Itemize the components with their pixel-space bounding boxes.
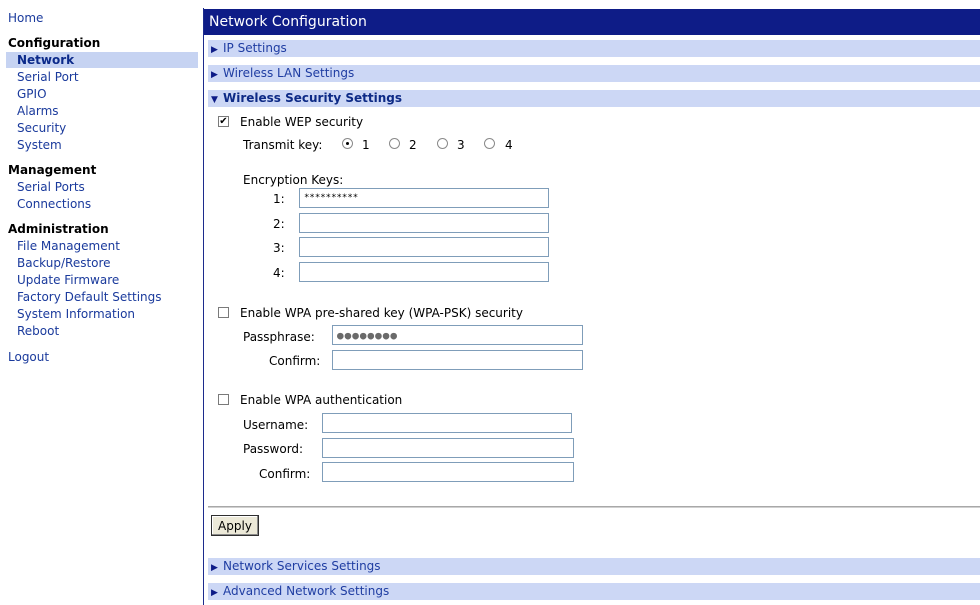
sidebar-item-serial-port[interactable]: Serial Port bbox=[17, 69, 79, 85]
wpa-psk-label: Enable WPA pre-shared key (WPA-PSK) secu… bbox=[240, 306, 523, 320]
section-label: Advanced Network Settings bbox=[223, 584, 390, 598]
triangle-right-icon: ▶ bbox=[211, 45, 218, 55]
sidebar-item-backup-restore[interactable]: Backup/Restore bbox=[17, 255, 111, 271]
triangle-right-icon: ▶ bbox=[211, 563, 218, 573]
wpa-auth-label: Enable WPA authentication bbox=[240, 393, 403, 407]
administration-heading: Administration bbox=[8, 222, 109, 236]
sidebar-item-serial-ports[interactable]: Serial Ports bbox=[17, 179, 85, 195]
username-label: Username: bbox=[243, 418, 309, 432]
section-label: IP Settings bbox=[223, 41, 287, 55]
page-title: Network Configuration bbox=[204, 9, 980, 35]
transmit-key-option-4: 4 bbox=[505, 138, 513, 152]
section-label: Wireless LAN Settings bbox=[223, 66, 355, 80]
encryption-keys-label: Encryption Keys: bbox=[243, 173, 344, 187]
key-2-label: 2: bbox=[273, 217, 285, 231]
encryption-key-2-input[interactable] bbox=[299, 213, 549, 233]
apply-button[interactable]: Apply bbox=[211, 515, 259, 536]
section-wireless-security-settings[interactable]: ▼ Wireless Security Settings bbox=[208, 90, 980, 107]
triangle-down-icon: ▼ bbox=[211, 95, 218, 105]
encryption-key-4-input[interactable] bbox=[299, 262, 549, 282]
sidebar-item-gpio[interactable]: GPIO bbox=[17, 86, 47, 102]
passphrase-label: Passphrase: bbox=[243, 330, 315, 344]
key-4-label: 4: bbox=[273, 266, 285, 280]
management-heading: Management bbox=[8, 163, 97, 177]
wep-label: Enable WEP security bbox=[240, 115, 364, 129]
key-3-label: 3: bbox=[273, 241, 285, 255]
transmit-key-label: Transmit key: bbox=[243, 138, 323, 152]
sidebar-item-factory-default-settings[interactable]: Factory Default Settings bbox=[17, 289, 162, 305]
encryption-key-3-input[interactable] bbox=[299, 237, 549, 257]
sidebar-item-system-information[interactable]: System Information bbox=[17, 306, 135, 322]
password-input[interactable] bbox=[322, 438, 574, 458]
sidebar-item-connections[interactable]: Connections bbox=[17, 196, 91, 212]
transmit-key-option-2: 2 bbox=[409, 138, 417, 152]
transmit-key-radio-1[interactable] bbox=[342, 138, 353, 149]
section-ip-settings[interactable]: ▶ IP Settings bbox=[208, 40, 980, 57]
sidebar-item-reboot[interactable]: Reboot bbox=[17, 323, 59, 339]
logout-link[interactable]: Logout bbox=[8, 349, 49, 365]
wep-checkbox[interactable]: ✔ bbox=[218, 116, 229, 127]
transmit-key-option-3: 3 bbox=[457, 138, 465, 152]
psk-confirm-input[interactable] bbox=[332, 350, 583, 370]
auth-confirm-input[interactable] bbox=[322, 462, 574, 482]
passphrase-input[interactable] bbox=[332, 325, 583, 345]
sidebar-item-update-firmware[interactable]: Update Firmware bbox=[17, 272, 119, 288]
password-label: Password: bbox=[243, 442, 304, 456]
sidebar-item-alarms[interactable]: Alarms bbox=[17, 103, 59, 119]
section-divider bbox=[208, 506, 980, 508]
auth-confirm-label: Confirm: bbox=[259, 467, 311, 481]
sidebar: Home Configuration Network Serial Port G… bbox=[0, 0, 198, 605]
wpa-psk-checkbox[interactable] bbox=[218, 307, 229, 318]
section-label: Network Services Settings bbox=[223, 559, 381, 573]
home-link[interactable]: Home bbox=[8, 10, 43, 26]
section-advanced-network-settings[interactable]: ▶ Advanced Network Settings bbox=[208, 583, 980, 600]
section-label: Wireless Security Settings bbox=[223, 91, 402, 105]
encryption-key-1-input[interactable] bbox=[299, 188, 549, 208]
transmit-key-radio-4[interactable] bbox=[484, 138, 495, 149]
transmit-key-radio-3[interactable] bbox=[437, 138, 448, 149]
sidebar-item-system[interactable]: System bbox=[17, 137, 62, 153]
transmit-key-radio-2[interactable] bbox=[389, 138, 400, 149]
section-network-services-settings[interactable]: ▶ Network Services Settings bbox=[208, 558, 980, 575]
key-1-label: 1: bbox=[273, 192, 285, 206]
psk-confirm-label: Confirm: bbox=[269, 354, 321, 368]
section-wireless-lan-settings[interactable]: ▶ Wireless LAN Settings bbox=[208, 65, 980, 82]
triangle-right-icon: ▶ bbox=[211, 70, 218, 80]
wpa-auth-checkbox[interactable] bbox=[218, 394, 229, 405]
configuration-heading: Configuration bbox=[8, 36, 101, 50]
transmit-key-option-1: 1 bbox=[362, 138, 370, 152]
content-divider bbox=[203, 8, 204, 605]
sidebar-item-security[interactable]: Security bbox=[17, 120, 66, 136]
sidebar-item-file-management[interactable]: File Management bbox=[17, 238, 120, 254]
sidebar-item-network[interactable]: Network bbox=[6, 52, 198, 68]
username-input[interactable] bbox=[322, 413, 572, 433]
triangle-right-icon: ▶ bbox=[211, 588, 218, 598]
